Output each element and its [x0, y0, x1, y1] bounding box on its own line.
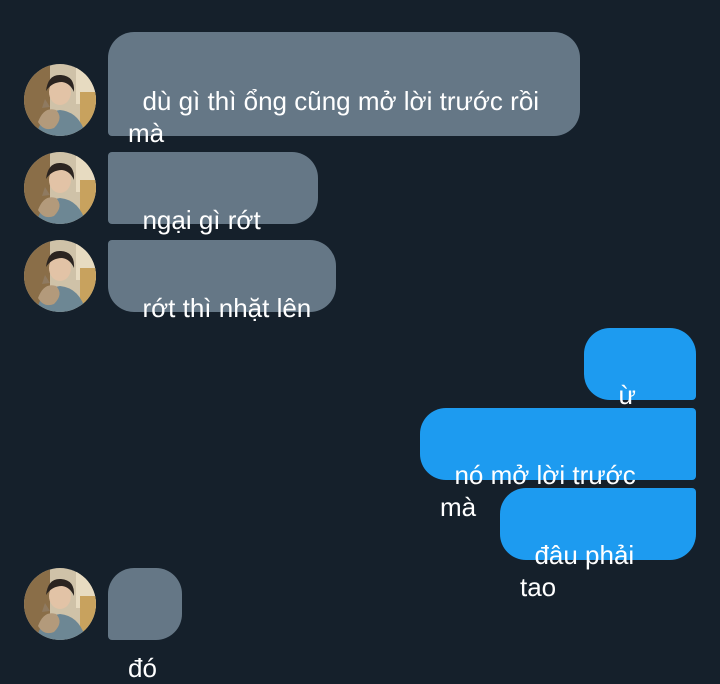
contact-avatar[interactable] [24, 64, 96, 136]
message-bubble-sent[interactable]: ừ nhờ [584, 328, 696, 442]
contact-avatar[interactable] [24, 152, 96, 224]
message-text: đó [128, 653, 157, 683]
message-text: dù gì thì ổng cũng mở lời trước rồi mà [128, 86, 547, 148]
message-text: đâu phải tao [520, 540, 642, 602]
message-text: rớt thì nhặt lên [142, 293, 312, 323]
message-bubble-sent[interactable]: đâu phải tao [500, 488, 696, 602]
message-bubble-received[interactable]: rớt thì nhặt lên [108, 240, 336, 323]
message-bubble-received[interactable]: ngại gì rớt giá [108, 152, 318, 267]
message-bubble-received[interactable]: dù gì thì ổng cũng mở lời trước rồi mà [108, 32, 580, 148]
contact-avatar[interactable] [24, 568, 96, 640]
message-bubble-sent[interactable]: nó mở lời trước mà [420, 408, 696, 522]
message-bubble-received[interactable]: đó [108, 568, 182, 683]
contact-avatar[interactable] [24, 240, 96, 312]
